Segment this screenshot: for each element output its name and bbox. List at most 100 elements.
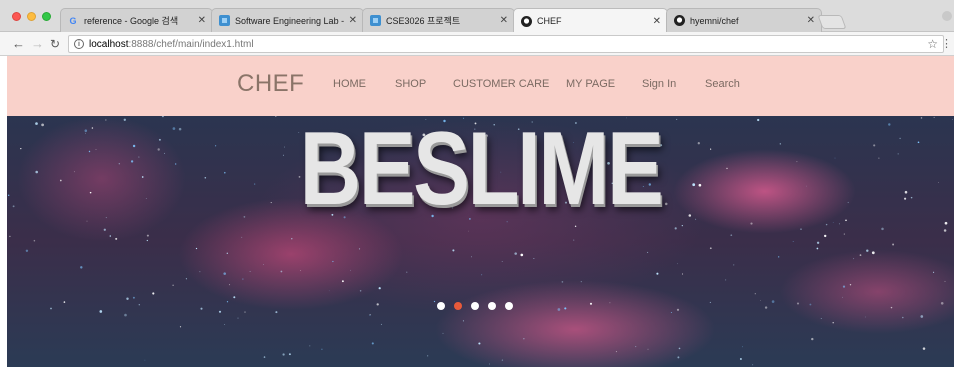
star-dot <box>452 249 455 252</box>
nav-home-link[interactable]: HOME <box>333 78 366 90</box>
star-dot <box>341 280 344 283</box>
star-dot <box>80 266 83 269</box>
star-dot <box>275 311 278 314</box>
info-icon[interactable]: i <box>74 39 84 49</box>
star-dot <box>760 300 762 301</box>
star-dot <box>866 249 869 252</box>
star-dot <box>678 347 681 350</box>
star-dot <box>725 279 727 281</box>
star-dot <box>890 306 893 309</box>
star-dot <box>224 324 226 325</box>
star-dot <box>371 342 374 345</box>
star-dot <box>501 261 503 263</box>
tab-title: CHEF <box>537 16 562 26</box>
close-tab-icon[interactable]: ✕ <box>500 15 508 26</box>
star-dot <box>185 278 187 280</box>
star-dot <box>200 307 203 310</box>
star-dot <box>842 296 844 298</box>
close-tab-icon[interactable]: ✕ <box>653 16 661 27</box>
carousel-dot[interactable] <box>471 302 479 310</box>
star-dot <box>881 227 884 231</box>
carousel-dot[interactable] <box>454 302 462 310</box>
star-dot <box>940 301 944 305</box>
forward-arrow-icon[interactable]: → <box>31 36 44 52</box>
browser-tab-cse3026[interactable]: CSE3026 프로젝트 ✕ <box>362 8 515 32</box>
carousel-dot[interactable] <box>488 302 496 310</box>
carousel-dot[interactable] <box>505 302 513 310</box>
star-dot <box>635 346 637 348</box>
star-dot <box>132 296 135 299</box>
reload-icon[interactable]: ↻ <box>50 36 60 52</box>
star-dot <box>328 290 330 292</box>
star-dot <box>241 236 243 238</box>
star-dot <box>406 271 408 273</box>
browser-tab-selab[interactable]: Software Engineering Lab - Co ✕ <box>211 8 364 32</box>
site-logo[interactable]: CHEF <box>237 70 304 98</box>
carousel-dot[interactable] <box>437 302 445 310</box>
star-dot <box>557 308 561 311</box>
new-tab-button[interactable] <box>817 15 847 29</box>
star-dot <box>920 117 923 119</box>
star-dot <box>709 247 712 250</box>
back-arrow-icon[interactable]: ← <box>12 36 25 52</box>
nav-sign-in-link[interactable]: Sign In <box>642 78 676 90</box>
star-dot <box>816 241 820 244</box>
address-bar[interactable]: i localhost :8888/chef/main/index1.html … <box>68 35 944 53</box>
browser-tab-github[interactable]: hyemni/chef ✕ <box>666 8 822 32</box>
browser-menu-icon[interactable]: ⋮ <box>941 37 952 50</box>
star-dot <box>89 191 92 194</box>
star-dot <box>873 144 876 147</box>
browser-tab-chef[interactable]: CHEF ✕ <box>513 8 668 33</box>
star-dot <box>229 284 231 286</box>
browser-tab-strip: G reference - Google 검색 ✕ Software Engin… <box>0 0 954 33</box>
blue-square-icon <box>369 15 381 27</box>
star-dot <box>138 304 140 306</box>
tab-title: CSE3026 프로젝트 <box>386 16 461 26</box>
star-dot <box>249 271 251 272</box>
minimize-window-button[interactable] <box>27 12 36 21</box>
close-tab-icon[interactable]: ✕ <box>349 15 357 26</box>
browser-tab-google[interactable]: G reference - Google 검색 ✕ <box>60 8 213 32</box>
star-dot <box>376 303 379 306</box>
star-dot <box>910 196 913 199</box>
star-dot <box>952 119 954 120</box>
nav-customer-care-link[interactable]: CUSTOMER CARE <box>453 78 549 90</box>
star-dot <box>615 351 617 353</box>
star-dot <box>933 116 935 118</box>
hero-title: BESLIME <box>299 116 664 227</box>
star-dot <box>152 292 155 295</box>
url-host: localhost <box>89 38 129 50</box>
star-dot <box>358 248 361 250</box>
star-dot <box>853 258 855 260</box>
carousel-indicators <box>437 302 513 310</box>
url-path: :8888/chef/main/index1.html <box>128 38 254 50</box>
profile-icon[interactable] <box>942 11 952 21</box>
star-dot <box>764 306 768 309</box>
star-dot <box>20 147 22 150</box>
star-dot <box>226 252 228 254</box>
close-tab-icon[interactable]: ✕ <box>807 15 815 26</box>
maximize-window-button[interactable] <box>42 12 51 21</box>
bookmark-star-icon[interactable]: ☆ <box>927 37 938 51</box>
star-dot <box>244 311 246 313</box>
star-dot <box>433 300 436 303</box>
nav-my-page-link[interactable]: MY PAGE <box>566 78 615 90</box>
star-dot <box>824 234 827 238</box>
star-dot <box>350 269 351 271</box>
star-dot <box>291 238 293 240</box>
close-window-button[interactable] <box>12 12 21 21</box>
star-dot <box>33 239 36 242</box>
star-dot <box>35 170 38 174</box>
star-dot <box>309 345 311 347</box>
nav-search-link[interactable]: Search <box>705 78 740 90</box>
star-dot <box>864 316 866 318</box>
star-dot <box>233 296 236 299</box>
tab-title: reference - Google 검색 <box>84 16 179 26</box>
star-dot <box>733 264 735 266</box>
star-dot <box>442 332 444 334</box>
nav-shop-link[interactable]: SHOP <box>395 78 426 90</box>
star-dot <box>99 310 103 313</box>
close-tab-icon[interactable]: ✕ <box>198 15 206 26</box>
star-dot <box>778 256 780 258</box>
star-dot <box>681 273 684 275</box>
